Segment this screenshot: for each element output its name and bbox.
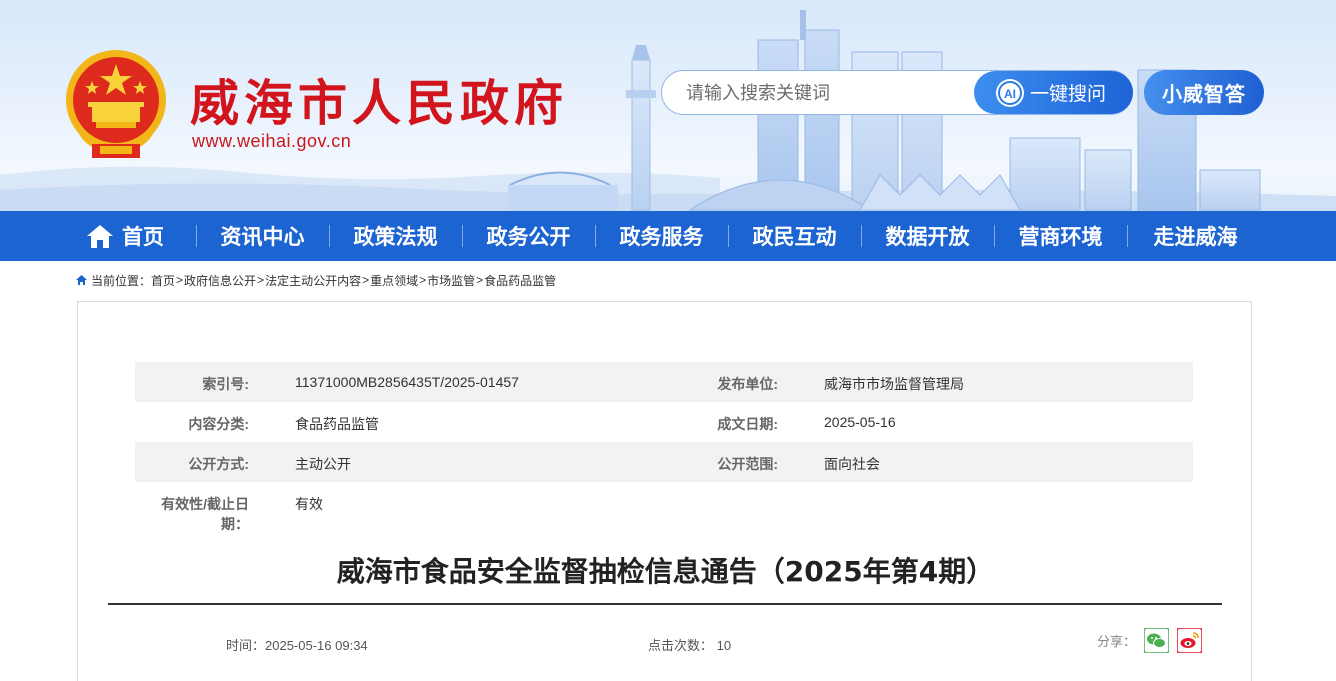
category-value: 食品药品监管 [295,416,379,432]
date-label: 成文日期: [717,416,778,432]
breadcrumb-separator: > [476,273,484,287]
weibo-icon[interactable] [1177,628,1203,653]
clicks-value: 10 [716,638,732,653]
breadcrumb-item[interactable]: 首页 [151,272,175,289]
share-label: 分享： [1097,634,1137,649]
index-value: 11371000MB2856435T/2025-01457 [295,374,519,390]
metadata-row: 有效性/截止日期： 有效 [135,482,1193,532]
publisher-label: 发布单位: [717,376,778,392]
nav-item-about-weihai[interactable]: 走进威海 [1127,211,1264,261]
national-emblem-icon [66,50,166,158]
article-title: 威海市食品安全监督抽检信息通告（2025年第4期） [336,555,995,588]
nav-item-home[interactable]: 首页 [70,211,180,261]
metadata-row: 内容分类: 食品药品监管 成文日期: 2025-05-16 [135,402,1193,442]
publish-time: 时间：2025-05-16 09:34 [226,635,368,654]
nav-item-interaction[interactable]: 政民互动 [728,211,861,261]
site-header: 威海市人民政府 www.weihai.gov.cn AI 一键搜问 小威智答 [0,0,1336,211]
breadcrumb-separator: > [362,273,370,287]
nav-label: 资讯中心 [220,225,305,249]
svg-text:AI: AI [1004,87,1016,101]
main-nav: 首页 资讯中心 政策法规 政务公开 政务服务 政民互动 数据开放 营商环境 走进… [0,211,1336,261]
date-value: 2025-05-16 [824,414,896,430]
breadcrumb-item[interactable]: 政府信息公开 [184,272,256,289]
method-label: 公开方式: [188,456,249,472]
clicks-label: 点击次数： [648,638,714,653]
breadcrumb-item[interactable]: 重点领域 [370,272,418,289]
site-title: 威海市人民政府 [190,75,569,132]
nav-item-gov-disclosure[interactable]: 政务公开 [462,211,595,261]
assistant-button[interactable]: 小威智答 [1144,70,1264,115]
method-value: 主动公开 [295,456,351,472]
metadata-row: 公开方式: 主动公开 公开范围: 面向社会 [135,442,1193,482]
breadcrumb-prefix: 当前位置： [91,273,152,288]
breadcrumb: 当前位置： 首页 > 政府信息公开 > 法定主动公开内容 > 重点领域 > 市场… [75,272,556,288]
ai-search-button[interactable]: AI 一键搜问 [974,71,1133,114]
nav-label: 政务服务 [619,225,704,249]
nav-label: 营商环境 [1018,225,1103,249]
scope-value: 面向社会 [824,456,880,472]
search-input[interactable] [686,81,966,105]
metadata-row: 索引号: 11371000MB2856435T/2025-01457 发布单位:… [135,362,1193,402]
assistant-label: 小威智答 [1162,84,1246,106]
article-panel: 索引号: 11371000MB2856435T/2025-01457 发布单位:… [77,301,1252,681]
nav-item-news[interactable]: 资讯中心 [196,211,329,261]
breadcrumb-separator: > [419,273,427,287]
nav-label: 政策法规 [353,225,438,249]
nav-item-business[interactable]: 营商环境 [994,211,1127,261]
index-label: 索引号: [202,376,249,392]
nav-label: 走进威海 [1153,225,1238,249]
nav-label: 数据开放 [885,225,970,249]
time-value: 2025-05-16 09:34 [265,638,368,653]
wechat-icon[interactable] [1144,628,1170,653]
breadcrumb-item[interactable]: 法定主动公开内容 [265,272,361,289]
home-icon [87,225,113,248]
ai-search-label: 一键搜问 [1030,84,1107,105]
click-count: 点击次数： 10 [648,635,731,654]
publisher-value: 威海市市场监督管理局 [824,376,964,392]
title-divider [108,603,1222,605]
nav-item-open-data[interactable]: 数据开放 [861,211,994,261]
scope-label: 公开范围: [717,456,778,472]
breadcrumb-item[interactable]: 市场监管 [427,272,475,289]
nav-item-policy[interactable]: 政策法规 [329,211,462,261]
breadcrumb-separator: > [176,273,184,287]
category-label: 内容分类: [188,416,249,432]
time-label: 时间： [226,638,266,653]
nav-label: 政民互动 [752,225,837,249]
share-bar: 分享： [1097,628,1203,653]
site-url: www.weihai.gov.cn [192,131,352,151]
nav-label: 首页 [122,225,164,249]
breadcrumb-item[interactable]: 食品药品监管 [484,272,556,289]
nav-label: 政务公开 [486,225,571,249]
validity-label: 有效性/截止日期： [161,496,249,532]
location-home-icon [76,275,87,285]
ai-search-icon: AI [996,78,1024,107]
breadcrumb-separator: > [257,273,265,287]
validity-value: 有效 [295,496,323,512]
nav-item-gov-service[interactable]: 政务服务 [595,211,728,261]
metadata-table: 索引号: 11371000MB2856435T/2025-01457 发布单位:… [135,362,1193,532]
